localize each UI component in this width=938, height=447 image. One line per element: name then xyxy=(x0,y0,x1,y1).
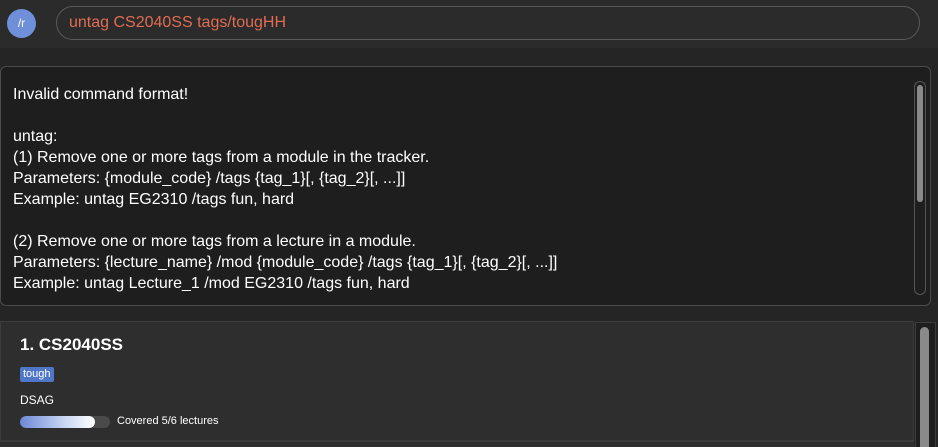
module-card[interactable]: 1. CS2040SS tough DSAG Covered 5/6 lectu… xyxy=(0,321,914,441)
lecture-progress-bar xyxy=(20,416,110,428)
module-list-scrollbar-thumb[interactable] xyxy=(920,327,929,447)
lecture-progress-fill xyxy=(20,416,95,428)
command-input[interactable] xyxy=(56,6,920,40)
module-title: 1. CS2040SS xyxy=(20,335,124,354)
next-module-card[interactable] xyxy=(0,441,914,447)
lecture-progress-text: Covered 5/6 lectures xyxy=(117,415,219,427)
app-logo: /r xyxy=(7,9,36,38)
module-list: 1. CS2040SS tough DSAG Covered 5/6 lectu… xyxy=(0,320,938,447)
result-display: Invalid command format! untag: (1) Remov… xyxy=(0,66,931,306)
module-name: DSAG xyxy=(20,393,55,407)
module-list-scrollbar[interactable] xyxy=(915,322,936,447)
module-tag: tough xyxy=(20,367,54,382)
result-scrollbar-thumb[interactable] xyxy=(917,85,923,202)
top-bar: /r xyxy=(0,0,938,48)
result-text: Invalid command format! untag: (1) Remov… xyxy=(13,86,558,292)
result-scrollbar[interactable] xyxy=(914,81,926,295)
